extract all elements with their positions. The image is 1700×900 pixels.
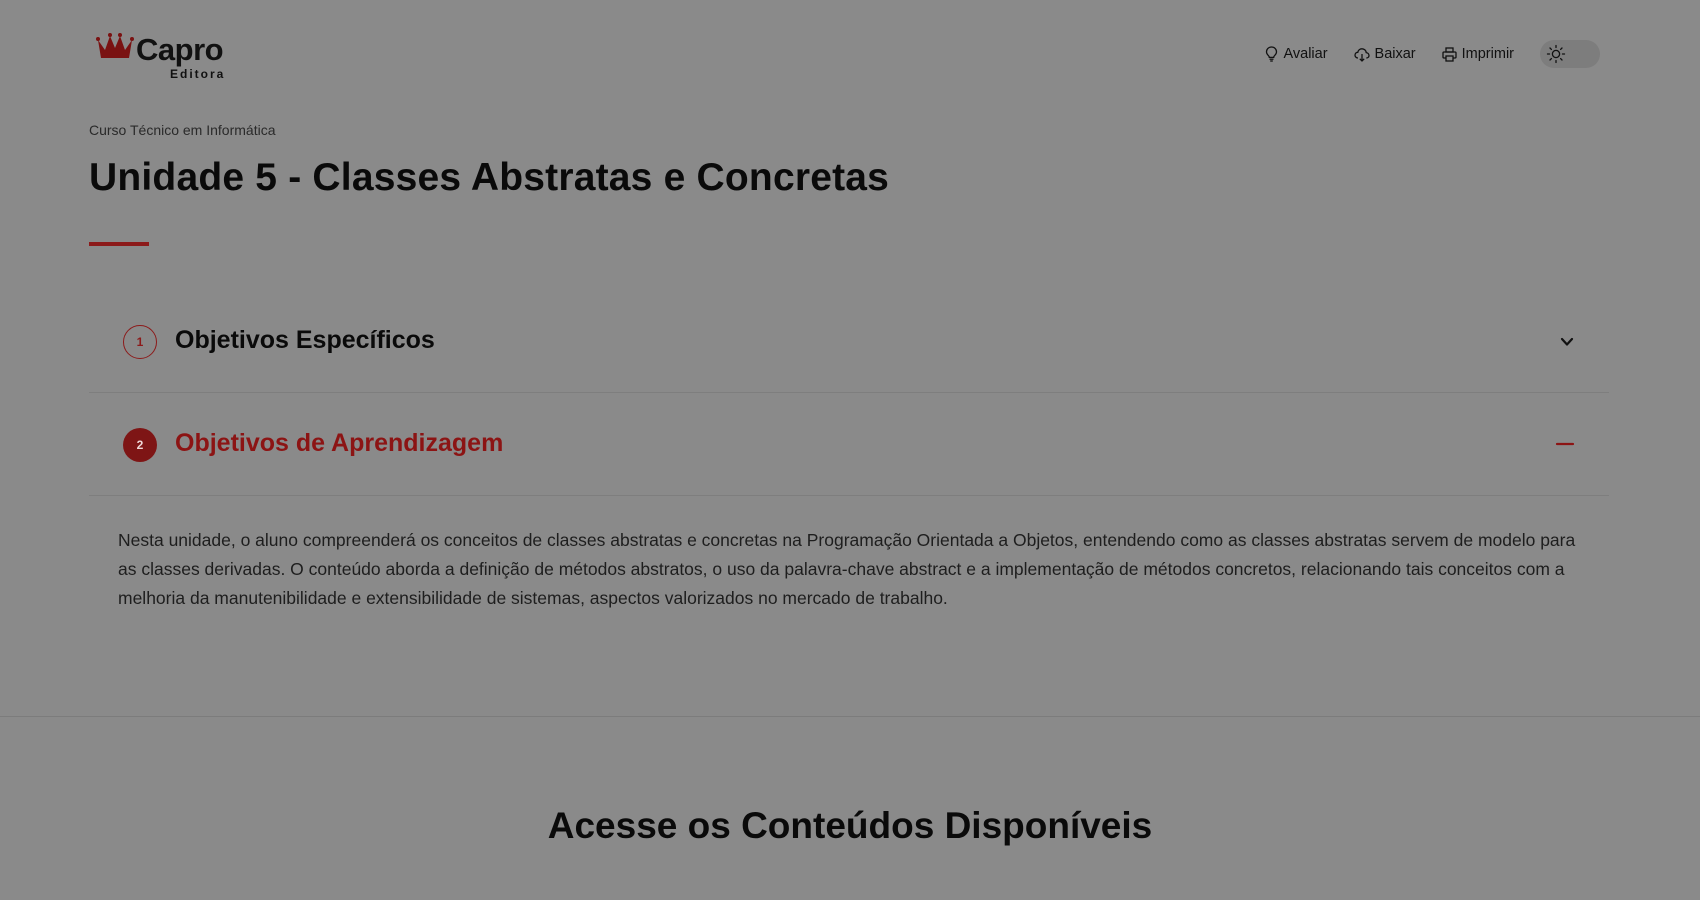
sun-icon <box>1546 44 1566 64</box>
capro-logo[interactable]: Capro Editora <box>96 30 236 81</box>
breadcrumb[interactable]: Curso Técnico em Informática <box>89 122 275 138</box>
site-header: Capro Editora Avaliar Baixar Imprimir <box>0 0 1700 110</box>
accordion: 1 Objetivos Específicos 2 Objetivos de A… <box>89 290 1609 613</box>
crown-icon <box>96 33 134 58</box>
baixar-button[interactable]: Baixar <box>1353 46 1416 62</box>
accordion-item-objetivos-aprendizagem: 2 Objetivos de Aprendizagem Nesta unidad… <box>89 393 1609 613</box>
logo-subtitle: Editora <box>170 67 226 81</box>
minus-icon[interactable] <box>1555 436 1575 452</box>
avaliar-label: Avaliar <box>1283 46 1328 62</box>
avaliar-button[interactable]: Avaliar <box>1265 46 1328 62</box>
page-title: Unidade 5 - Classes Abstratas e Concreta… <box>89 156 890 199</box>
contents-section: Acesse os Conteúdos Disponíveis <box>0 717 1700 900</box>
cloud-download-icon <box>1353 47 1370 62</box>
accordion-header-objetivos-especificos[interactable]: 1 Objetivos Específicos <box>89 290 1609 393</box>
section-title: Acesse os Conteúdos Disponíveis <box>547 805 1153 846</box>
accordion-body-text: Nesta unidade, o aluno compreenderá os c… <box>118 530 1576 608</box>
accordion-item-objetivos-especificos: 1 Objetivos Específicos <box>89 290 1609 393</box>
accordion-title: Objetivos de Aprendizagem <box>175 429 504 457</box>
accordion-title: Objetivos Específicos <box>175 326 435 354</box>
printer-icon <box>1441 46 1457 62</box>
logo-name: Capro <box>136 32 224 67</box>
header-actions: Avaliar Baixar Imprimir <box>1265 40 1600 68</box>
imprimir-button[interactable]: Imprimir <box>1441 46 1514 62</box>
baixar-label: Baixar <box>1374 46 1416 62</box>
theme-toggle[interactable] <box>1540 40 1600 68</box>
chevron-down-icon[interactable] <box>1559 334 1575 350</box>
lightbulb-icon <box>1266 46 1278 62</box>
title-underline <box>89 242 149 246</box>
step-number-badge: 1 <box>123 325 157 359</box>
accordion-header-objetivos-aprendizagem[interactable]: 2 Objetivos de Aprendizagem <box>89 393 1609 496</box>
imprimir-label: Imprimir <box>1461 46 1514 62</box>
step-number-badge: 2 <box>123 428 157 462</box>
